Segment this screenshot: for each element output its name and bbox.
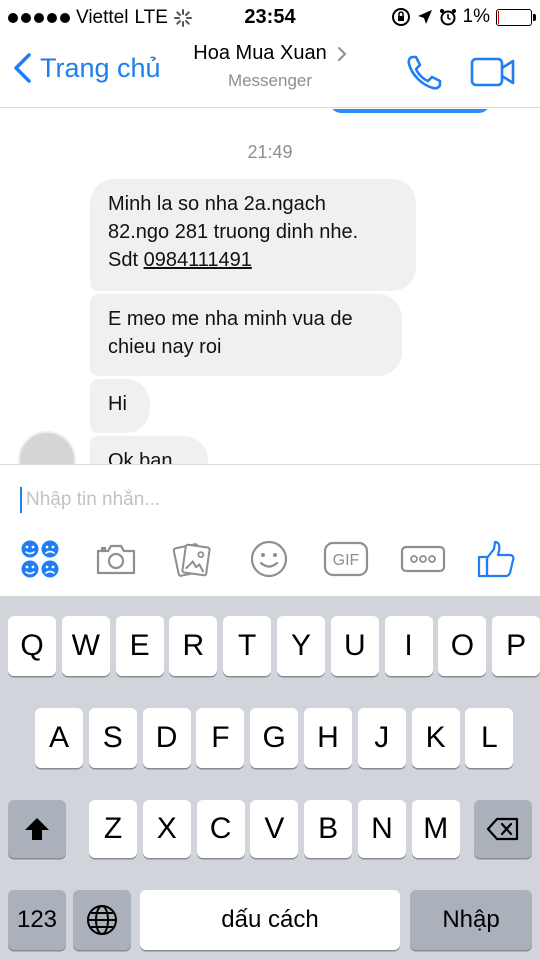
key-t[interactable]: T <box>223 616 272 676</box>
key-h[interactable]: H <box>304 708 352 768</box>
more-dots-icon <box>400 545 446 573</box>
photo-gallery-icon <box>172 543 211 577</box>
message-line: Minh la so nha 2a.ngach <box>108 193 326 215</box>
voice-call-button[interactable] <box>405 54 445 97</box>
video-camera-icon <box>470 57 515 87</box>
backspace-key[interactable] <box>474 800 532 858</box>
video-call-button[interactable] <box>470 56 516 93</box>
message-input-wrap <box>20 485 466 515</box>
location-arrow-icon <box>417 10 432 24</box>
camera-icon <box>96 544 136 575</box>
key-q[interactable]: Q <box>8 616 56 676</box>
key-o[interactable]: O <box>438 616 487 676</box>
conversation-title[interactable]: Hoa Mua Xuan Messenger <box>170 42 370 91</box>
composer-toolbar: GIF <box>0 537 540 581</box>
like-button[interactable] <box>474 537 518 581</box>
key-w[interactable]: W <box>61 616 110 676</box>
globe-key[interactable] <box>73 890 131 950</box>
key-u[interactable]: U <box>330 616 379 676</box>
message-line: E meo me nha minh vua de <box>108 308 353 330</box>
navigation-bar: Trang chủ Hoa Mua Xuan Messenger <box>0 36 540 108</box>
status-bar: Viettel LTE 23:54 1% <box>0 0 540 36</box>
key-d[interactable]: D <box>142 708 191 768</box>
space-key[interactable]: dấu cách <box>140 890 400 950</box>
key-s[interactable]: S <box>88 708 137 768</box>
alarm-icon <box>439 9 456 26</box>
phone-icon <box>407 55 442 90</box>
battery-icon <box>496 8 536 26</box>
shift-arrow-icon <box>25 818 49 840</box>
key-j[interactable]: J <box>357 708 406 768</box>
received-message-bubble[interactable]: E meo me nha minh vua de chieu nay roi <box>90 294 402 376</box>
battery-percent: 1% <box>462 6 490 27</box>
globe-icon <box>87 905 117 935</box>
numbers-key[interactable]: 123 <box>8 890 66 950</box>
key-a[interactable]: A <box>35 708 83 768</box>
key-e[interactable]: E <box>115 616 164 676</box>
more-options-button[interactable] <box>400 537 446 581</box>
status-right: 1% <box>391 6 536 28</box>
keyboard: 123 dấu cách Nhập QWERTYUIOP ASDFGHJKL ZXC… <box>0 596 540 960</box>
key-r[interactable]: R <box>169 616 218 676</box>
gif-icon: GIF <box>323 541 369 577</box>
chevron-right-icon <box>337 46 347 61</box>
key-v[interactable]: V <box>250 800 299 858</box>
back-button[interactable]: Trang chủ <box>12 52 161 84</box>
received-message-bubble[interactable]: Hi <box>90 379 150 433</box>
text-caret <box>20 487 22 513</box>
contact-avatar[interactable] <box>18 431 76 464</box>
message-line: Ok ban <box>108 450 173 464</box>
conversation-subtitle: Messenger <box>227 71 313 90</box>
received-message-bubble[interactable]: Minh la so nha 2a.ngach 82.ngo 281 truon… <box>90 179 416 291</box>
message-line: 82.ngo 281 truong dinh nhe. <box>108 221 359 243</box>
key-x[interactable]: X <box>142 800 191 858</box>
gallery-button[interactable] <box>170 537 214 581</box>
gif-button[interactable]: GIF <box>322 537 370 581</box>
contact-name: Hoa Mua Xuan <box>193 42 327 64</box>
key-n[interactable]: N <box>358 800 406 858</box>
sticker-faces-icon <box>21 540 59 578</box>
key-z[interactable]: Z <box>89 800 137 858</box>
emoji-button[interactable] <box>247 537 291 581</box>
key-f[interactable]: F <box>196 708 245 768</box>
shift-key[interactable] <box>8 800 66 858</box>
message-input[interactable] <box>26 489 466 511</box>
message-line: Sdt 0984111491 <box>108 246 398 274</box>
key-g[interactable]: G <box>250 708 299 768</box>
key-l[interactable]: L <box>465 708 514 768</box>
key-m[interactable]: M <box>411 800 460 858</box>
message-thread[interactable]: 21:49 Minh la so nha 2a.ngach 82.ngo 281… <box>0 109 540 464</box>
key-p[interactable]: P <box>492 616 540 676</box>
rotation-lock-icon <box>391 8 410 26</box>
message-line: chieu nay roi <box>108 336 222 358</box>
smiley-icon <box>250 540 288 578</box>
camera-button[interactable] <box>94 537 138 581</box>
phone-number-link[interactable]: 0984111491 <box>144 249 252 271</box>
battery-level <box>498 10 500 24</box>
key-k[interactable]: K <box>411 708 460 768</box>
message-composer: GIF <box>0 464 540 596</box>
key-i[interactable]: I <box>384 616 433 676</box>
key-b[interactable]: B <box>304 800 353 858</box>
message-line: Hi <box>108 393 127 415</box>
key-c[interactable]: C <box>196 800 245 858</box>
backspace-icon <box>486 817 519 841</box>
thumbs-up-icon <box>477 540 515 578</box>
chevron-left-icon <box>14 53 31 83</box>
stickers-button[interactable] <box>18 537 62 581</box>
key-y[interactable]: Y <box>277 616 325 676</box>
message-timestamp: 21:49 <box>247 142 293 162</box>
phone-prefix: Sdt <box>108 249 144 271</box>
sent-message-bubble <box>330 109 490 113</box>
received-message-bubble[interactable]: Ok ban <box>90 436 208 464</box>
return-key[interactable]: Nhập <box>410 890 532 950</box>
back-label: Trang chủ <box>40 52 161 83</box>
gif-label: GIF <box>333 552 360 569</box>
